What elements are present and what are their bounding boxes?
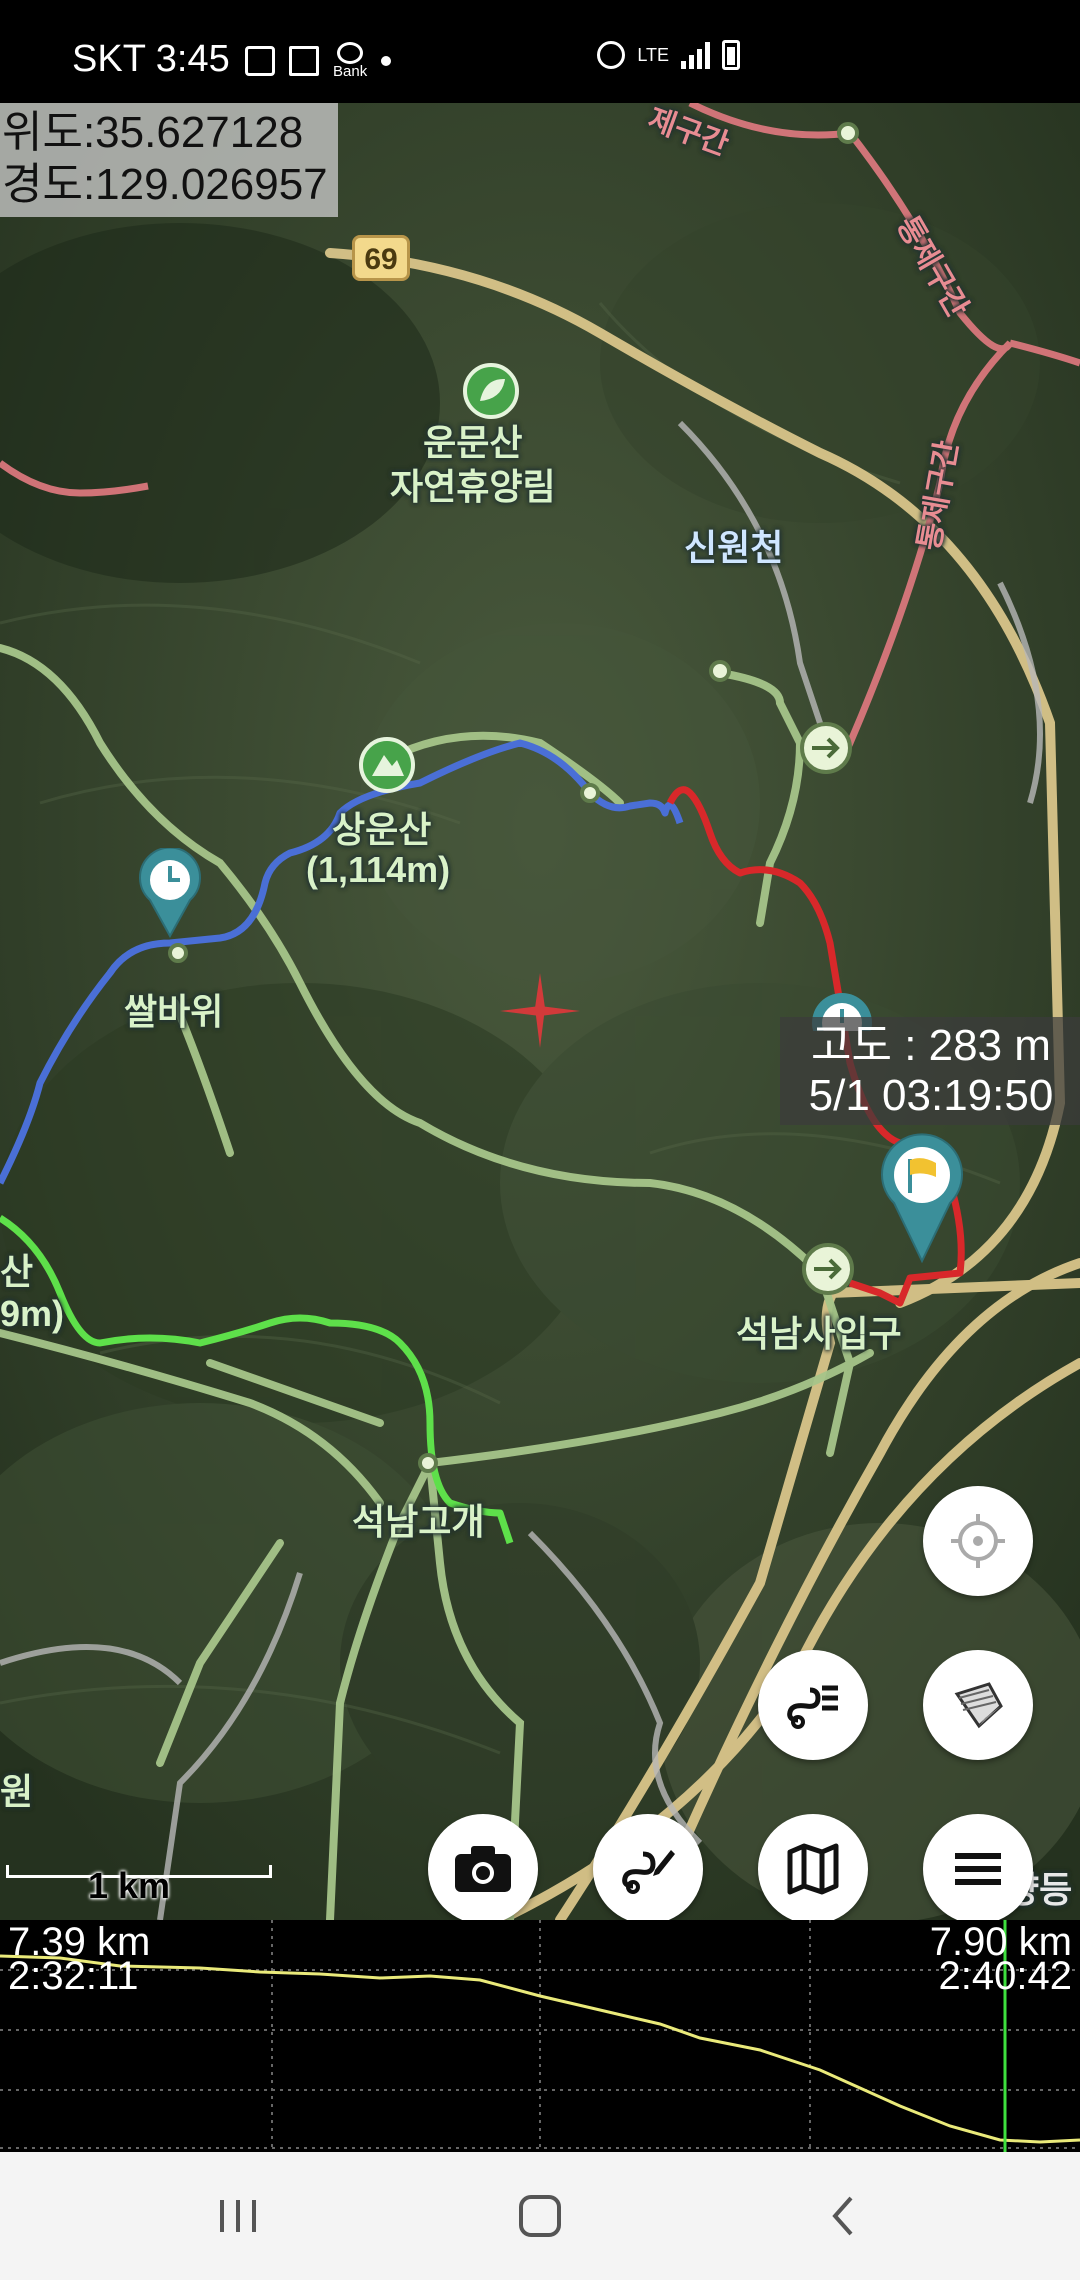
label-left-peak: 산 (0, 1251, 34, 1292)
track-list-button[interactable] (758, 1650, 868, 1760)
notification-icons: Bank (245, 42, 392, 79)
menu-button[interactable] (923, 1814, 1033, 1920)
map-view[interactable]: 위도:35.627128 경도:129.026957 69 운문산 자연휴양림 … (0, 103, 1080, 1920)
locate-button[interactable] (923, 1486, 1033, 1596)
layers-icon (954, 1682, 1003, 1729)
map-button[interactable] (758, 1814, 868, 1920)
map-icon (787, 1843, 839, 1895)
camera-button[interactable] (428, 1814, 538, 1920)
route-edit-icon (622, 1850, 675, 1894)
label-stream: 신원천 (684, 527, 784, 568)
alarm-icon (597, 41, 626, 69)
label-forest: 운문산 자연휴양림 (390, 422, 556, 507)
system-icons: LTE (597, 40, 740, 70)
longitude-text: 경도:129.026957 (2, 160, 328, 209)
status-time: SKT 3:45 (72, 38, 230, 80)
profile-left-time: 2:32:11 (8, 1954, 139, 1998)
coordinates-panel: 위도:35.627128 경도:129.026957 (0, 103, 338, 217)
label-rock: 쌀바위 (124, 991, 224, 1032)
layers-button[interactable] (923, 1650, 1033, 1760)
status-bar: SKT 3:45 Bank LTE (0, 0, 1080, 103)
route-edit-button[interactable] (593, 1814, 703, 1920)
altitude-datetime: 5/1 03:19:50 (808, 1071, 1054, 1120)
crosshair-icon (951, 1514, 1005, 1568)
label-pass: 석남고개 (352, 1501, 485, 1542)
recents-icon (220, 2200, 256, 2232)
waypoint-clock-marker[interactable] (138, 846, 202, 939)
elevation-graph (0, 1920, 1080, 2152)
menu-icon (955, 1853, 1001, 1885)
scale-label: 1 km (88, 1865, 171, 1906)
recents-button[interactable] (198, 2186, 278, 2246)
label-temple-entrance: 석남사입구 (736, 1313, 902, 1354)
back-icon (832, 2196, 853, 2236)
label-peak-elevation: (1,114m) (306, 849, 451, 890)
latitude-text: 위도:35.627128 (2, 108, 304, 157)
elevation-profile[interactable]: 7.39 km 2:32:11 7.90 km 2:40:42 (0, 1920, 1080, 2152)
phone-icon (289, 45, 319, 76)
gallery-icon (245, 45, 275, 76)
home-icon (519, 2195, 561, 2237)
road-number-69: 69 (352, 235, 410, 281)
altitude-popup: 고도 : 283 m 5/1 03:19:50 (780, 1017, 1080, 1125)
back-button[interactable] (802, 2186, 882, 2246)
label-peak: 상운산 (332, 809, 432, 850)
bank-label: Bank (333, 63, 368, 80)
label-left-bottom: 원 (0, 1771, 34, 1812)
more-notifications-icon (381, 55, 392, 66)
track-list-icon (787, 1685, 838, 1729)
bank-icon: Bank (333, 42, 367, 79)
signal-icon (681, 41, 710, 69)
lte-label: LTE (637, 44, 669, 65)
waypoint-flag-marker[interactable] (880, 1133, 964, 1264)
navigation-bar (0, 2152, 1080, 2280)
profile-right-time: 2:40:42 (938, 1954, 1072, 1998)
home-button[interactable] (500, 2186, 580, 2246)
altitude-value: 고도 : 283 m (811, 1021, 1051, 1070)
label-left-elevation: 9m) (0, 1293, 65, 1334)
camera-icon (455, 1846, 511, 1892)
battery-icon (722, 40, 740, 70)
